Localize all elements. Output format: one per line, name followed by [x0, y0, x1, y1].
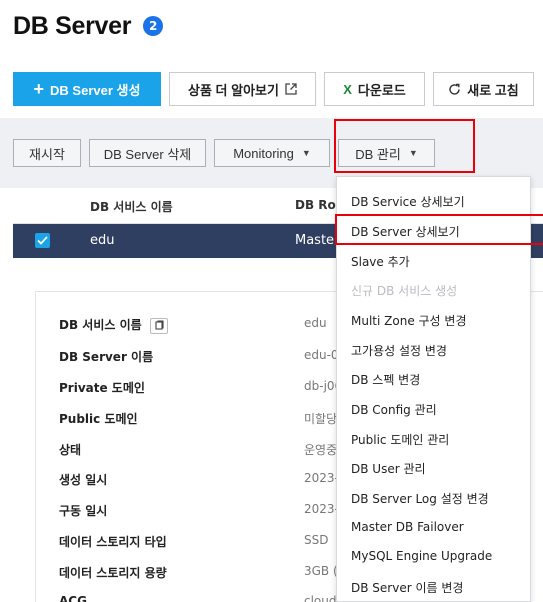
- menu-item-db-server-detail[interactable]: DB Server 상세보기: [351, 223, 460, 240]
- excel-icon: X: [343, 81, 352, 97]
- refresh-label: 새로 고침: [467, 82, 519, 98]
- column-header-service-name[interactable]: DB 서비스 이름: [90, 198, 173, 215]
- menu-item-engine-upgrade[interactable]: MySQL Engine Upgrade: [351, 549, 492, 563]
- learn-more-label: 상품 더 알아보기: [188, 82, 279, 98]
- action-row: 재시작 DB Server 삭제 Monitoring ▼ DB 관리 ▼: [13, 139, 435, 167]
- row-db-role: Master: [295, 233, 340, 248]
- monitoring-dropdown[interactable]: Monitoring ▼: [214, 139, 330, 167]
- detail-label: 구동 일시: [59, 504, 108, 518]
- db-manage-label: DB 관리: [355, 146, 401, 162]
- menu-item-db-user[interactable]: DB User 관리: [351, 460, 426, 477]
- detail-value: 3GB (: [304, 564, 338, 578]
- download-label: 다운로드: [357, 82, 406, 98]
- detail-value: 2023-: [304, 502, 339, 516]
- page-title: DB Server: [13, 11, 132, 40]
- menu-item-db-spec[interactable]: DB 스펙 변경: [351, 371, 420, 388]
- detail-value: SSD: [304, 533, 329, 547]
- menu-item-add-slave[interactable]: Slave 추가: [351, 253, 410, 270]
- copy-icon[interactable]: [149, 317, 168, 334]
- detail-label: 상태: [59, 443, 82, 457]
- menu-item-public-domain[interactable]: Public 도메인 관리: [351, 431, 449, 448]
- detail-value: 2023-: [304, 471, 339, 485]
- detail-label: DB 서비스 이름: [59, 316, 168, 334]
- learn-more-button[interactable]: 상품 더 알아보기: [169, 72, 316, 106]
- toolbar: + DB Server 생성 상품 더 알아보기 X 다운로드 새로 고침: [13, 72, 534, 106]
- detail-label: 데이터 스토리지 타입: [59, 535, 167, 549]
- detail-value: 미할당: [304, 412, 338, 426]
- count-badge: 2: [143, 16, 164, 36]
- detail-value: cloud: [304, 594, 337, 602]
- title-row: DB Server 2: [13, 10, 164, 42]
- menu-item-master-failover[interactable]: Master DB Failover: [351, 520, 464, 534]
- column-header-db-role[interactable]: DB Rol: [295, 198, 340, 212]
- caret-down-icon: ▼: [408, 148, 418, 158]
- checkmark-icon: [37, 236, 48, 245]
- external-link-icon: [285, 83, 297, 95]
- menu-item-ha-settings[interactable]: 고가용성 설정 변경: [351, 342, 447, 359]
- detail-label: DB Server 이름: [59, 350, 154, 364]
- detail-value: edu-0: [304, 348, 339, 362]
- detail-label: ACG: [59, 594, 87, 602]
- row-service-name: edu: [90, 233, 115, 248]
- restart-button[interactable]: 재시작: [13, 139, 81, 167]
- caret-down-icon: ▼: [301, 148, 311, 158]
- detail-label: Private 도메인: [59, 381, 145, 395]
- detail-value: 운영중: [304, 443, 338, 457]
- detail-label: Public 도메인: [59, 412, 138, 426]
- detail-label: 데이터 스토리지 용량: [59, 566, 167, 580]
- delete-db-server-button[interactable]: DB Server 삭제: [89, 139, 206, 167]
- db-manage-dropdown[interactable]: DB 관리 ▼: [338, 139, 435, 167]
- download-button[interactable]: X 다운로드: [324, 72, 425, 106]
- menu-item-new-db-service: 신규 DB 서비스 생성: [351, 284, 458, 298]
- row-checkbox[interactable]: [35, 233, 50, 248]
- detail-label: 생성 일시: [59, 473, 108, 487]
- monitoring-label: Monitoring: [233, 145, 294, 161]
- refresh-button[interactable]: 새로 고침: [433, 72, 534, 106]
- menu-item-rename-server[interactable]: DB Server 이름 변경: [351, 579, 463, 596]
- refresh-icon: [448, 83, 461, 96]
- menu-item-db-service-detail[interactable]: DB Service 상세보기: [351, 193, 465, 210]
- menu-item-log-settings[interactable]: DB Server Log 설정 변경: [351, 490, 489, 507]
- plus-icon: +: [33, 79, 45, 99]
- menu-item-db-config[interactable]: DB Config 관리: [351, 401, 437, 418]
- create-db-server-button[interactable]: + DB Server 생성: [13, 72, 161, 106]
- db-manage-menu: DB Service 상세보기 DB Server 상세보기 Slave 추가 …: [336, 176, 531, 602]
- create-label: DB Server 생성: [50, 82, 141, 98]
- detail-value: edu: [304, 316, 327, 330]
- menu-item-multi-zone[interactable]: Multi Zone 구성 변경: [351, 312, 467, 329]
